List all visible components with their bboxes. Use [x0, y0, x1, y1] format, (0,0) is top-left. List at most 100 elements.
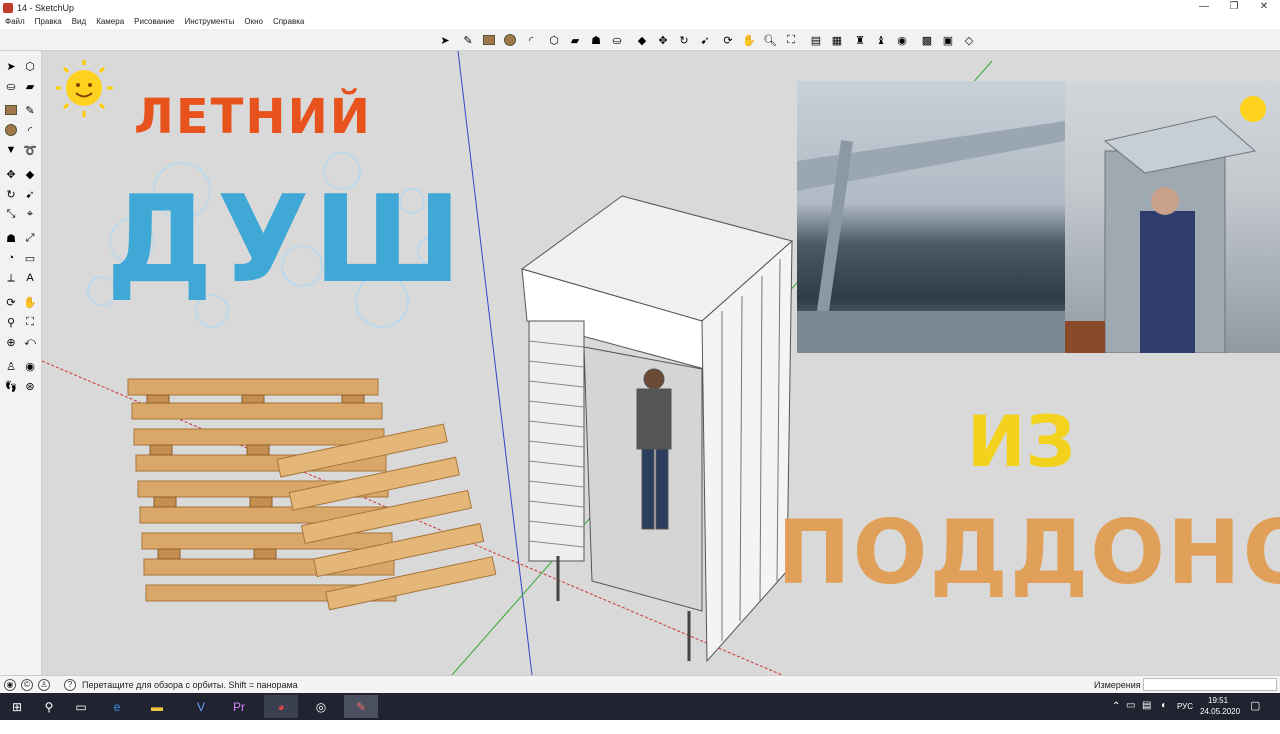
pan-tool-icon[interactable]: ✋: [741, 32, 757, 48]
clock-date[interactable]: 24.05.2020: [1200, 707, 1240, 734]
tape-icon[interactable]: ☗: [3, 230, 19, 246]
circle-tool-icon[interactable]: [502, 32, 518, 48]
file-explorer-icon[interactable]: ▬: [140, 695, 174, 718]
dimension-icon[interactable]: ⤢: [22, 230, 38, 246]
previous-view-icon[interactable]: ⤺: [22, 334, 38, 350]
edge-browser-icon[interactable]: e: [100, 695, 134, 718]
volume-icon[interactable]: ◖: [1160, 700, 1166, 727]
rotate-tool-icon[interactable]: ↻: [676, 32, 692, 48]
select-tool-icon[interactable]: ➤: [437, 32, 453, 48]
model-viewport[interactable]: ЛЕТНИЙ ДУШ ИЗ ПОДДОНОВ: [42, 51, 1280, 675]
menu-window[interactable]: Окно: [239, 15, 268, 29]
chrome-app-icon[interactable]: ◕: [264, 695, 298, 718]
pan-icon[interactable]: ✋: [22, 294, 38, 310]
follow-me-icon[interactable]: ➹: [697, 32, 713, 48]
title-bar: 14 - SketchUp — ❐ ✕: [0, 0, 1280, 15]
text-icon[interactable]: ▭: [22, 250, 38, 266]
zoom-extents-icon[interactable]: ⛶: [783, 32, 799, 48]
position-camera-icon[interactable]: ♙: [3, 358, 19, 374]
network-icon[interactable]: ▭: [1126, 700, 1135, 727]
look-around-icon[interactable]: ◉: [22, 358, 38, 374]
maximize-button[interactable]: ❐: [1218, 0, 1250, 15]
eraser-tool-icon[interactable]: ▰: [567, 32, 583, 48]
scale-icon[interactable]: ⤡: [3, 206, 19, 222]
protractor-icon[interactable]: ◔: [3, 250, 19, 266]
rectangle-tool-icon[interactable]: [481, 32, 497, 48]
arc-tool-icon[interactable]: ◜: [523, 32, 539, 48]
zoom-extents-icon[interactable]: ⊕: [3, 334, 19, 350]
title-letniy: ЛЕТНИЙ: [134, 89, 372, 145]
menu-file[interactable]: Файл: [0, 15, 30, 29]
sketchup-taskbar-icon[interactable]: ✎: [344, 695, 378, 718]
axes-icon[interactable]: ⟂: [3, 270, 19, 286]
arc-icon[interactable]: ◜: [22, 122, 38, 138]
notifications-icon[interactable]: ▢: [1250, 699, 1260, 726]
share-model-icon[interactable]: ▦: [829, 32, 845, 48]
display-icon[interactable]: ▤: [1142, 700, 1151, 727]
paint-icon[interactable]: ⛀: [3, 78, 19, 94]
menu-draw[interactable]: Рисование: [129, 15, 179, 29]
zoom-icon[interactable]: ⚲: [3, 314, 19, 330]
polygon-icon[interactable]: ▼: [3, 142, 19, 158]
start-button-icon[interactable]: ⊞: [0, 695, 34, 718]
user-status-icon[interactable]: ♙: [38, 679, 50, 691]
geo-location-icon[interactable]: ◉: [894, 32, 910, 48]
search-icon[interactable]: ⚲: [32, 695, 66, 718]
measurements-label: Измерения: [1094, 680, 1141, 690]
zoom-window-icon[interactable]: ⛶: [22, 314, 38, 330]
tape-measure-icon[interactable]: ☗: [588, 32, 604, 48]
follow-me-icon[interactable]: ➹: [22, 186, 38, 202]
sun-icon: [56, 60, 113, 117]
geo-location-status-icon[interactable]: ◉: [4, 679, 16, 691]
line-icon[interactable]: ✎: [22, 102, 38, 118]
orbit-tool-icon[interactable]: ⟳: [720, 32, 736, 48]
rectangle-icon[interactable]: [3, 102, 19, 118]
freehand-icon[interactable]: ➰: [22, 142, 38, 158]
title-dush: ДУШ: [106, 171, 466, 310]
orbit-icon[interactable]: ⟳: [3, 294, 19, 310]
menu-help[interactable]: Справка: [268, 15, 309, 29]
eraser-icon[interactable]: ▰: [22, 78, 38, 94]
make-component-icon[interactable]: ⬡: [546, 32, 562, 48]
rotate-icon[interactable]: ↻: [3, 186, 19, 202]
help-icon[interactable]: ?: [64, 679, 76, 691]
menu-camera[interactable]: Камера: [91, 15, 129, 29]
task-view-icon[interactable]: ▭: [64, 695, 98, 718]
warehouse-icon[interactable]: ▤: [808, 32, 824, 48]
menu-bar: Файл Правка Вид Камера Рисование Инструм…: [0, 15, 1280, 29]
extension-manager-icon[interactable]: ◇: [961, 32, 977, 48]
push-pull-icon[interactable]: ◆: [634, 32, 650, 48]
obs-app-icon[interactable]: ◎: [304, 695, 338, 718]
close-button[interactable]: ✕: [1248, 0, 1280, 15]
section-plane-icon[interactable]: ⊛: [22, 378, 38, 394]
offset-icon[interactable]: ⌖: [22, 206, 38, 222]
measurements-input[interactable]: [1143, 678, 1277, 691]
pencil-tool-icon[interactable]: ✎: [460, 32, 476, 48]
extension-warehouse-icon[interactable]: ▩: [919, 32, 935, 48]
menu-view[interactable]: Вид: [67, 15, 91, 29]
tool-palette: ➤ ⬡ ⛀ ▰ ✎ ◜ ▼ ➰ ✥ ◆ ↻ ➹ ⤡ ⌖ ☗ ⤢ ◔ ▭ ⟂ A …: [0, 51, 42, 675]
send-layout-icon[interactable]: ▣: [940, 32, 956, 48]
tray-expand-icon[interactable]: ⌃: [1112, 701, 1120, 728]
move-tool-icon[interactable]: ✥: [655, 32, 671, 48]
paint-bucket-icon[interactable]: ⛀: [609, 32, 625, 48]
component-icon[interactable]: ⬡: [22, 58, 38, 74]
menu-edit[interactable]: Правка: [30, 15, 67, 29]
minimize-button[interactable]: —: [1188, 0, 1220, 15]
push-pull-icon[interactable]: ◆: [22, 166, 38, 182]
ruby-icon[interactable]: ♝: [873, 32, 889, 48]
menu-tools[interactable]: Инструменты: [179, 15, 239, 29]
language-indicator[interactable]: РУС: [1177, 702, 1193, 729]
move-icon[interactable]: ✥: [3, 166, 19, 182]
circle-icon[interactable]: [3, 122, 19, 138]
select-icon[interactable]: ➤: [3, 58, 19, 74]
credits-status-icon[interactable]: ©: [21, 679, 33, 691]
premiere-app-icon[interactable]: Pr: [222, 695, 256, 718]
zoom-tool-icon[interactable]: 🔍︎: [762, 32, 778, 48]
walk-icon[interactable]: 👣︎: [3, 378, 19, 394]
status-hint: Перетащите для обзора с орбиты. Shift = …: [82, 680, 298, 690]
extension-icon[interactable]: ♜: [852, 32, 868, 48]
vegas-app-icon[interactable]: V: [184, 695, 218, 718]
3d-text-icon[interactable]: A: [22, 270, 38, 286]
title-poddonov: ПОДДОНОВ: [777, 501, 1280, 604]
